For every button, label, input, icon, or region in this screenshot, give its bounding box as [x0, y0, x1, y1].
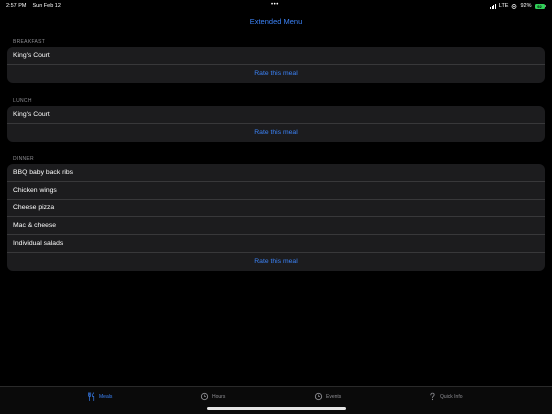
cellular-signal-icon [490, 4, 496, 9]
multitask-dots[interactable]: ••• [271, 2, 279, 8]
tab-quick-info[interactable]: Quick Info [428, 392, 463, 401]
list-item[interactable]: Chicken wings [7, 182, 545, 200]
fork-knife-icon [88, 392, 95, 401]
section-header-breakfast: BREAKFAST [13, 39, 46, 45]
status-date: Sun Feb 12 [32, 3, 61, 9]
list-item[interactable]: Cheese pizza [7, 200, 545, 218]
clock-icon [200, 392, 209, 401]
dinner-card: BBQ baby back ribs Chicken wings Cheese … [7, 164, 545, 271]
list-item[interactable]: King's Court [7, 47, 545, 65]
status-right: LTE 92% 92 [490, 3, 546, 9]
list-item[interactable]: Mac & cheese [7, 217, 545, 236]
page-title: Extended Menu [249, 17, 303, 26]
list-item[interactable]: Individual salads [7, 235, 545, 253]
battery-icon: 92 [534, 3, 546, 9]
list-item[interactable]: King's Court [7, 106, 545, 124]
tab-label: Quick Info [440, 393, 463, 400]
status-bar: 2:57 PM Sun Feb 12 ••• LTE 92% 92 [0, 0, 552, 11]
tab-label: Meals [99, 393, 113, 400]
question-icon [430, 392, 435, 401]
lunch-card: King's Court Rate this meal [7, 106, 545, 142]
section-header-dinner: DINNER [13, 156, 34, 162]
section-header-lunch: LUNCH [13, 98, 32, 104]
rate-dinner-button[interactable]: Rate this meal [7, 253, 545, 271]
location-icon [512, 3, 517, 9]
tab-label: Events [326, 393, 342, 400]
rate-lunch-button[interactable]: Rate this meal [7, 124, 545, 142]
list-item[interactable]: BBQ baby back ribs [7, 164, 545, 182]
breakfast-card: King's Court Rate this meal [7, 47, 545, 83]
tab-hours[interactable]: Hours [200, 392, 225, 401]
rate-breakfast-button[interactable]: Rate this meal [7, 65, 545, 83]
status-time: 2:57 PM [6, 3, 27, 9]
tab-meals[interactable]: Meals [87, 392, 112, 401]
battery-level: 92 [534, 3, 545, 9]
home-indicator[interactable] [207, 407, 346, 410]
network-type: LTE [498, 3, 509, 9]
tab-events[interactable]: Events [314, 392, 341, 401]
clock-icon [314, 392, 323, 401]
tab-label: Hours [212, 393, 226, 400]
battery-percent: 92% [520, 3, 532, 9]
status-left: 2:57 PM Sun Feb 12 [6, 3, 61, 9]
